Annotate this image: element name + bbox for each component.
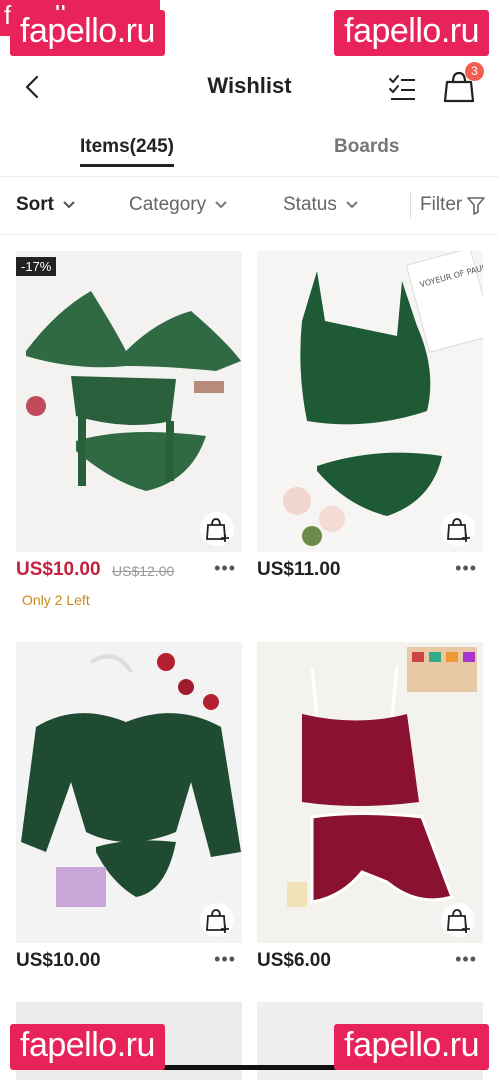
more-options-icon[interactable]: •••: [214, 558, 236, 579]
header: Wishlist 3: [0, 58, 499, 118]
chevron-down-icon: [63, 201, 75, 209]
filter-icon: [467, 197, 486, 215]
product-photo: VOYEUR OF PAUL KOOIKE: [283, 251, 483, 546]
watermark: fapello.ru: [334, 1024, 489, 1070]
product-image[interactable]: [257, 642, 483, 943]
original-price: US$12.00: [112, 563, 175, 579]
discount-badge: -17%: [16, 257, 57, 276]
category-label: Category: [129, 194, 207, 215]
sort-label: Sort: [16, 194, 54, 215]
product-image[interactable]: -17%: [16, 251, 242, 552]
more-options-icon[interactable]: •••: [455, 949, 477, 970]
product-card[interactable]: VOYEUR OF PAUL KOOIKE US$11.00 •••: [257, 251, 483, 588]
product-image[interactable]: VOYEUR OF PAUL KOOIKE: [257, 251, 483, 552]
watermark: fapello.ru: [334, 10, 489, 56]
add-to-bag-icon[interactable]: [441, 903, 475, 937]
checklist-icon[interactable]: [386, 72, 418, 104]
add-to-bag-icon[interactable]: [441, 512, 475, 546]
page-title: Wishlist: [207, 73, 292, 98]
product-price: US$10.00: [16, 950, 101, 971]
product-photo: [287, 647, 477, 907]
category-dropdown[interactable]: Category: [129, 194, 228, 216]
status-dropdown[interactable]: Status: [283, 194, 359, 216]
product-image[interactable]: [16, 642, 242, 943]
chevron-down-icon: [346, 201, 358, 209]
home-indicator: [160, 1065, 340, 1070]
filter-label: Filter: [420, 194, 463, 215]
product-price: US$6.00: [257, 950, 331, 971]
sort-dropdown[interactable]: Sort: [16, 194, 76, 216]
filter-bar: Sort Category Status Filter: [0, 180, 499, 232]
more-options-icon[interactable]: •••: [455, 558, 477, 579]
product-card[interactable]: -17% US$10.00 US$12.00 ••• Only 2 Left: [16, 251, 242, 608]
tab-items[interactable]: Items(245): [80, 136, 174, 167]
watermark: fapello.ru: [10, 10, 165, 56]
product-photo: [21, 653, 241, 907]
divider: [410, 192, 411, 218]
add-to-bag-icon[interactable]: [200, 512, 234, 546]
add-to-bag-icon[interactable]: [200, 903, 234, 937]
cart-count-badge: 3: [465, 62, 484, 81]
more-options-icon[interactable]: •••: [214, 949, 236, 970]
product-price: US$10.00: [16, 559, 101, 580]
filter-button[interactable]: Filter: [420, 194, 486, 216]
product-price: US$11.00: [257, 559, 341, 580]
product-card[interactable]: US$10.00 •••: [16, 642, 242, 979]
chevron-down-icon: [215, 201, 227, 209]
divider: [0, 176, 499, 177]
divider: [0, 234, 499, 235]
tab-boards[interactable]: Boards: [334, 136, 399, 158]
product-card[interactable]: US$6.00 •••: [257, 642, 483, 979]
product-photo: [26, 291, 241, 491]
watermark: fapello.ru: [10, 1024, 165, 1070]
status-label: Status: [283, 194, 337, 215]
stock-note: Only 2 Left: [22, 592, 90, 608]
tab-bar: Items(245) Boards: [0, 130, 499, 170]
